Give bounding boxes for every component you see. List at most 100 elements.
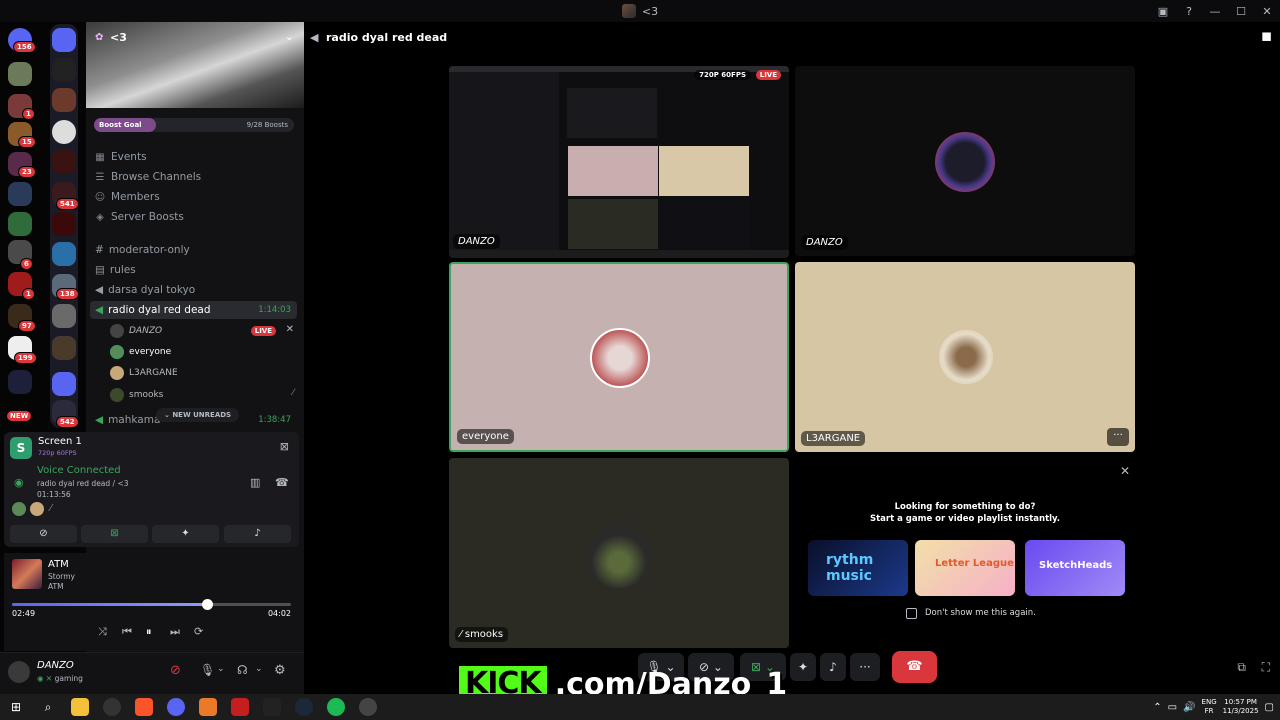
help-icon[interactable]: ? [1176,5,1202,18]
progress-track[interactable] [12,599,291,610]
folder-icon[interactable] [8,370,32,394]
server-icon[interactable] [8,212,32,236]
album-cover[interactable] [12,559,42,589]
next-icon[interactable]: ⏭ [170,625,180,639]
track-title[interactable]: ATM [48,559,69,570]
activity-card-letter-league[interactable]: Letter League [915,540,1015,596]
steam-icon[interactable] [288,694,320,720]
activities-button[interactable]: ✦ [152,525,219,543]
soundboard-button[interactable]: ♪ [224,525,291,543]
channel-radio-dyal-red-dead[interactable]: ◀ radio dyal red dead 1:14:03 [90,301,297,319]
activity-card-rythm[interactable]: rythm music [808,540,908,596]
close-button[interactable]: ✕ [1254,5,1280,18]
app-icon[interactable] [352,694,384,720]
inbox-icon[interactable]: ▣ [1150,5,1176,18]
notifications-icon[interactable]: ▢ [1265,702,1274,713]
avatar[interactable] [8,661,30,683]
repeat-icon[interactable]: ⟳ [194,625,203,638]
brave-icon[interactable] [128,694,160,720]
voice-user-l3argane[interactable]: L3ARGANE [110,364,178,382]
user-tile-l3argane[interactable]: L3ARGANE ··· [795,262,1135,452]
shuffle-icon[interactable]: ⤨ [98,625,107,639]
maximize-button[interactable]: ☐ [1228,5,1254,18]
screen-share-button[interactable]: ⊠ [81,525,148,543]
popout-icon[interactable]: ⧉ [1237,660,1246,675]
spotify-icon[interactable] [320,694,352,720]
camera-off-button[interactable]: ⊘ [10,525,77,543]
server-folder[interactable]: 542 [50,368,79,428]
close-icon[interactable]: ✕ [1120,464,1130,478]
folder-icon[interactable] [52,28,76,52]
clock[interactable]: 10:57 PM 11/3/2025 [1223,698,1259,716]
signal-icon[interactable]: ◉ [14,476,24,489]
headphones-icon[interactable]: ☊ [237,663,248,677]
chevron-down-icon[interactable]: ⌄ [285,30,294,43]
server-icon[interactable] [8,62,32,86]
noise-suppression-icon[interactable]: ▥ [250,476,260,489]
fullscreen-icon[interactable]: ⛶ [1262,660,1270,675]
start-icon[interactable]: ⊞ [0,694,32,720]
nav-server-boosts[interactable]: ◈ Server Boosts [94,211,184,223]
app-icon[interactable] [256,694,288,720]
discord-icon[interactable] [160,694,192,720]
voice-status[interactable]: Voice Connected [37,465,121,476]
folder-icon[interactable] [52,372,76,396]
file-explorer-icon[interactable] [64,694,96,720]
voice-user-smooks[interactable]: smooks [110,386,163,404]
microphone-icon[interactable]: 🎙 [200,663,215,677]
progress-handle[interactable] [202,599,214,610]
server-icon[interactable] [52,242,76,266]
channel-moderator-only[interactable]: # moderator-only [90,241,297,259]
nav-browse-channels[interactable]: ☰ Browse Channels [94,171,202,183]
app-icon[interactable] [96,694,128,720]
app-icon[interactable] [192,694,224,720]
search-icon[interactable]: ⌕ [32,694,64,720]
chevron-down-icon[interactable]: ⌄ [217,664,225,674]
channel-rules[interactable]: ▤ rules [90,261,297,279]
server-icon[interactable] [52,58,76,82]
dont-show-checkbox[interactable] [906,608,917,619]
server-icon[interactable] [8,182,32,206]
server-icon[interactable] [52,88,76,112]
server-folder[interactable]: 541 138 [50,24,79,412]
server-icon[interactable] [52,336,76,360]
previous-icon[interactable]: ⏮ [122,625,132,639]
new-unreads-pill[interactable]: ⌄ NEW UNREADS [156,408,240,422]
server-icon[interactable] [52,212,76,236]
channel-darsa-dyal-tokyo[interactable]: ◀ darsa dyal tokyo [90,281,297,299]
stream-tile[interactable]: 720P 60FPS LIVE DANZO [449,66,789,258]
stop-stream-icon[interactable]: ⊠ [280,440,289,453]
user-tile-everyone[interactable]: everyone [449,262,789,452]
voice-user-danzo[interactable]: DANZO [110,322,162,340]
chat-icon[interactable]: ◼ [1261,29,1272,44]
chevron-down-icon[interactable]: ⌄ [255,664,263,674]
more-options-button[interactable]: ··· [1107,428,1129,446]
server-icon[interactable] [52,150,76,174]
more-button[interactable]: ··· [850,653,880,681]
server-banner[interactable]: ✿ <3 ⌄ [86,22,304,108]
nav-events[interactable]: ▦ Events [94,151,146,163]
activity-card-sketchheads[interactable]: SketchHeads [1025,540,1125,596]
settings-gear-icon[interactable]: ⚙ [274,663,286,678]
server-icon[interactable] [52,120,76,144]
disconnect-button[interactable]: ☎ [892,651,937,683]
nav-members[interactable]: ☺ Members [94,191,160,203]
soundboard-button[interactable]: ♪ [820,653,846,681]
server-icon[interactable] [52,304,76,328]
volume-icon[interactable]: 🔊 [1183,702,1195,713]
activities-button[interactable]: ✦ [790,653,816,681]
voice-user-everyone[interactable]: everyone [110,343,171,361]
stream-toggle-icon[interactable]: ⊘ [170,663,181,678]
minimize-button[interactable]: — [1202,5,1228,18]
boost-goal-bar[interactable]: Boost Goal 9/28 Boosts [94,118,294,132]
chevron-up-icon[interactable]: ⌃ [1153,702,1161,713]
language-indicator[interactable]: ENG FR [1202,698,1217,716]
disconnect-icon[interactable]: ☎ [275,476,289,489]
dont-show-label[interactable]: Don't show me this again. [925,608,1036,618]
app-icon[interactable] [224,694,256,720]
user-tile-danzo[interactable]: DANZO [795,66,1135,256]
user-name[interactable]: DANZO [37,660,74,671]
network-icon[interactable]: ▭ [1168,702,1177,713]
pause-icon[interactable]: ⏸ [146,625,152,639]
user-tile-smooks[interactable]: ⁄ smooks [449,458,789,648]
